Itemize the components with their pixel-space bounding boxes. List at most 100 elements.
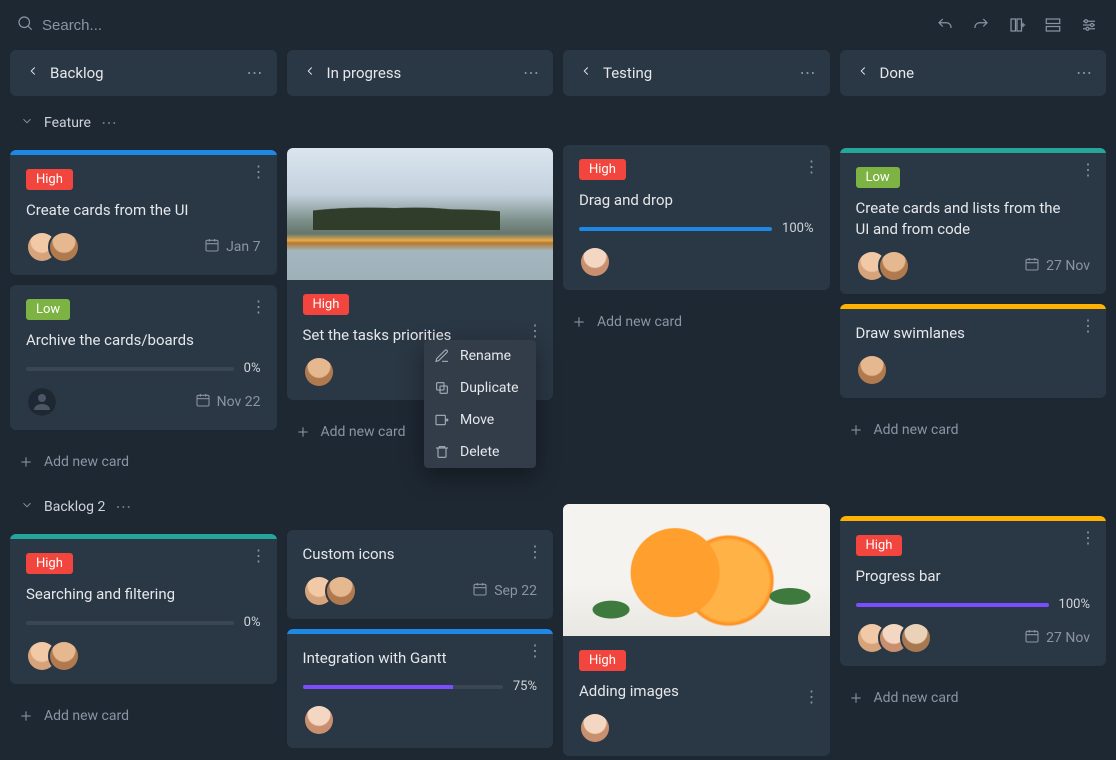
settings-icon[interactable] xyxy=(1078,14,1100,36)
card-menu-icon[interactable] xyxy=(804,159,820,176)
column-header-done[interactable]: Done xyxy=(840,50,1107,96)
swimlane-header-feature[interactable]: Feature xyxy=(10,106,277,140)
card-menu-icon[interactable] xyxy=(251,548,267,565)
card-menu-icon[interactable] xyxy=(251,299,267,316)
avatar[interactable] xyxy=(48,231,80,263)
search-input[interactable] xyxy=(42,17,342,34)
card-title: Adding images xyxy=(579,681,814,702)
card-menu-icon[interactable] xyxy=(527,544,543,561)
card-menu-icon[interactable] xyxy=(804,689,820,706)
add-card-button[interactable]: Add new card xyxy=(10,444,277,480)
search-icon xyxy=(16,14,34,36)
column-menu-icon[interactable] xyxy=(800,65,818,82)
card-list: High Create cards from the UI Jan 7 xyxy=(10,150,277,430)
avatar[interactable] xyxy=(579,246,611,278)
card-menu-icon[interactable] xyxy=(527,323,543,340)
add-card-label: Add new card xyxy=(874,422,959,438)
avatar[interactable] xyxy=(900,622,932,654)
card[interactable]: High Drag and drop 100% xyxy=(563,145,830,290)
progress-bar xyxy=(856,603,1049,607)
card[interactable]: High Adding images xyxy=(563,504,830,756)
avatar[interactable] xyxy=(878,250,910,282)
avatar[interactable] xyxy=(48,640,80,672)
card[interactable]: Draw swimlanes xyxy=(840,304,1107,398)
column-testing: Testing High Drag and drop 100% xyxy=(563,50,830,760)
redo-icon[interactable] xyxy=(970,14,992,36)
search-field[interactable] xyxy=(16,14,926,36)
priority-tag: Low xyxy=(856,167,900,188)
column-menu-icon[interactable] xyxy=(523,65,541,82)
menu-item-delete[interactable]: Delete xyxy=(424,436,536,468)
swimlane-menu-icon[interactable] xyxy=(101,115,119,132)
card-menu-icon[interactable] xyxy=(1080,162,1096,179)
chevron-left-icon[interactable] xyxy=(26,64,40,82)
card-menu-icon[interactable] xyxy=(1080,318,1096,335)
avatar[interactable] xyxy=(303,704,335,736)
card[interactable]: Low Create cards and lists from the UI a… xyxy=(840,148,1107,294)
priority-tag: High xyxy=(856,535,903,556)
card-menu-icon[interactable] xyxy=(527,643,543,660)
column-header-in-progress[interactable]: In progress xyxy=(287,50,554,96)
card[interactable]: Low Archive the cards/boards 0% xyxy=(10,285,277,430)
due-date: 27 Nov xyxy=(1024,256,1090,276)
avatar[interactable] xyxy=(303,356,335,388)
add-card-button[interactable]: Add new card xyxy=(840,680,1107,716)
chevron-left-icon[interactable] xyxy=(303,64,317,82)
chevron-down-icon[interactable] xyxy=(20,498,34,516)
add-card-label: Add new card xyxy=(44,708,129,724)
progress-bar xyxy=(26,621,234,625)
card[interactable]: High Create cards from the UI Jan 7 xyxy=(10,150,277,275)
menu-item-rename[interactable]: Rename xyxy=(424,340,536,372)
swimlane-menu-icon[interactable] xyxy=(115,499,133,516)
column-header-backlog[interactable]: Backlog xyxy=(10,50,277,96)
calendar-icon xyxy=(1024,256,1040,276)
column-header-testing[interactable]: Testing xyxy=(563,50,830,96)
chevron-left-icon[interactable] xyxy=(856,64,870,82)
card[interactable]: High Searching and filtering 0% xyxy=(10,534,277,684)
menu-item-label: Delete xyxy=(460,444,499,460)
calendar-icon xyxy=(204,237,220,257)
due-date: Nov 22 xyxy=(195,392,261,412)
priority-tag: High xyxy=(579,650,626,671)
card-menu-icon[interactable] xyxy=(251,164,267,181)
priority-tag: High xyxy=(26,169,73,190)
column-menu-icon[interactable] xyxy=(1076,65,1094,82)
card-menu-icon[interactable] xyxy=(1080,530,1096,547)
column-menu-icon[interactable] xyxy=(247,65,265,82)
column-title: Backlog xyxy=(50,64,261,82)
column-title: Testing xyxy=(603,64,814,82)
column-done: Done Low Create cards and lists from the… xyxy=(840,50,1107,760)
avatar[interactable] xyxy=(325,575,357,607)
card[interactable]: Custom icons Sep 22 xyxy=(287,530,554,619)
progress-label: 75% xyxy=(513,679,537,694)
toolbar xyxy=(0,0,1116,50)
avatar[interactable] xyxy=(579,712,611,744)
undo-icon[interactable] xyxy=(934,14,956,36)
progress-label: 100% xyxy=(782,221,813,236)
chevron-down-icon[interactable] xyxy=(20,114,34,132)
calendar-icon xyxy=(1024,628,1040,648)
chevron-left-icon[interactable] xyxy=(579,64,593,82)
add-card-button[interactable]: Add new card xyxy=(10,698,277,734)
card-title: Searching and filtering xyxy=(26,584,261,605)
avatar-placeholder[interactable] xyxy=(26,386,58,418)
swimlane-title: Backlog 2 xyxy=(44,499,105,515)
swimlane-header-b2[interactable]: Backlog 2 xyxy=(10,490,277,524)
card[interactable]: Integration with Gantt 75% xyxy=(287,629,554,748)
progress-bar xyxy=(26,367,234,371)
card[interactable]: High Progress bar 100% xyxy=(840,516,1107,666)
card-title: Integration with Gantt xyxy=(303,648,538,669)
context-menu: Rename Duplicate Move Delete xyxy=(424,340,536,468)
add-swimlane-icon[interactable] xyxy=(1042,14,1064,36)
add-card-button[interactable]: Add new card xyxy=(840,412,1107,448)
card-title: Archive the cards/boards xyxy=(26,330,261,351)
priority-tag: High xyxy=(303,294,350,315)
menu-item-duplicate[interactable]: Duplicate xyxy=(424,372,536,404)
avatar[interactable] xyxy=(856,354,888,386)
progress-label: 0% xyxy=(244,615,261,630)
menu-item-move[interactable]: Move xyxy=(424,404,536,436)
add-column-icon[interactable] xyxy=(1006,14,1028,36)
avatars xyxy=(26,231,70,263)
add-card-button[interactable]: Add new card xyxy=(563,304,830,340)
priority-tag: High xyxy=(26,553,73,574)
